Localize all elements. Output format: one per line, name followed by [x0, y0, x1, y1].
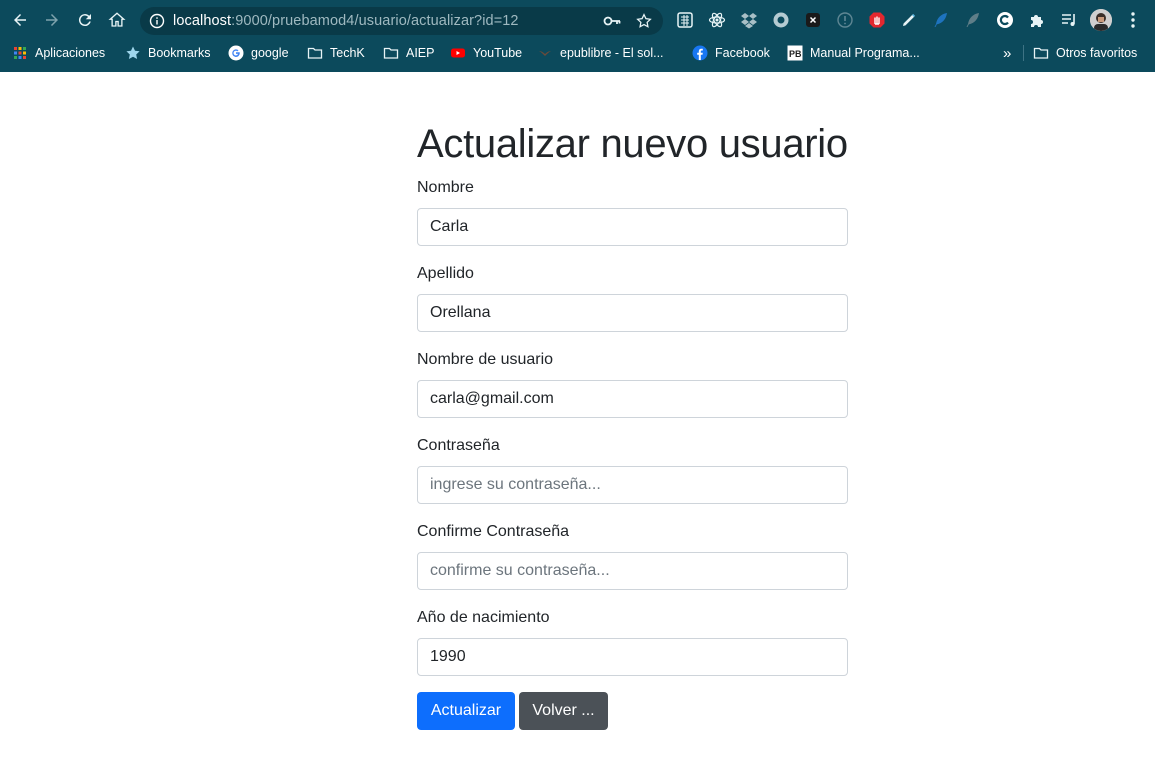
bookmark-techk[interactable]: TechK	[307, 44, 365, 62]
page-title: Actualizar nuevo usuario	[417, 122, 848, 166]
folder-icon	[1033, 45, 1049, 61]
address-bar[interactable]: localhost:9000/pruebamod4/usuario/actual…	[140, 7, 663, 35]
bookmark-aiep[interactable]: AIEP	[383, 44, 435, 62]
adblock-icon[interactable]	[868, 11, 886, 29]
extensions-puzzle-icon[interactable]	[1028, 11, 1046, 29]
back-button[interactable]	[8, 8, 32, 32]
bookmark-otros-favoritos[interactable]: Otros favoritos	[1033, 44, 1137, 62]
close-extension-icon[interactable]	[804, 11, 822, 29]
bookmark-label: epublibre - El sol...	[560, 46, 664, 60]
reload-button[interactable]	[73, 8, 97, 32]
info-icon[interactable]	[149, 13, 165, 29]
bookmark-manual-programa[interactable]: PB Manual Programa...	[787, 44, 920, 62]
browser-toolbar: localhost:9000/pruebamod4/usuario/actual…	[0, 0, 1155, 40]
ring-extension-icon[interactable]	[772, 11, 790, 29]
apps-grid-icon	[12, 45, 28, 61]
star-icon	[125, 45, 141, 61]
bookmark-epublibre[interactable]: epublibre - El sol...	[537, 44, 664, 62]
bookmarks-bar: Aplicaciones Bookmarks google TechK AIEP…	[0, 40, 1155, 66]
pen-extension-icon[interactable]	[900, 11, 918, 29]
username-input[interactable]	[417, 380, 848, 418]
password-input[interactable]	[417, 466, 848, 504]
reload-icon	[78, 14, 91, 27]
apellido-label: Apellido	[417, 265, 474, 282]
nombre-input[interactable]	[417, 208, 848, 246]
url-path: :9000/pruebamod4/usuario/actualizar?id=1…	[231, 13, 519, 29]
youtube-icon	[450, 45, 466, 61]
bookmark-label: google	[251, 46, 289, 60]
dropbox-icon[interactable]	[740, 11, 758, 29]
bookmark-label: Facebook	[715, 46, 770, 60]
folder-icon	[307, 45, 323, 61]
react-devtools-icon[interactable]	[708, 11, 726, 29]
birth-year-input[interactable]	[417, 638, 848, 676]
folder-icon	[383, 45, 399, 61]
bookmark-label: Bookmarks	[148, 46, 211, 60]
volver-button[interactable]: Volver ...	[519, 692, 608, 730]
bookmark-aplicaciones[interactable]: Aplicaciones	[12, 44, 105, 62]
overflow-chevron: »	[1003, 44, 1012, 62]
bookmark-star-icon[interactable]	[635, 12, 653, 30]
home-button[interactable]	[105, 8, 129, 32]
profile-avatar[interactable]	[1090, 9, 1112, 31]
forward-button[interactable]	[40, 8, 64, 32]
calendar-extension-icon[interactable]	[676, 11, 694, 29]
feather-grey-icon[interactable]	[964, 11, 982, 29]
bookmark-label: AIEP	[406, 46, 435, 60]
apellido-input[interactable]	[417, 294, 848, 332]
confirm-password-input[interactable]	[417, 552, 848, 590]
bookmark-label: YouTube	[473, 46, 523, 60]
epublibre-icon	[537, 45, 553, 61]
bookmark-facebook[interactable]: Facebook	[692, 44, 770, 62]
actualizar-button[interactable]: Actualizar	[417, 692, 515, 730]
url-host: localhost	[173, 13, 232, 29]
pb-icon: PB	[787, 45, 803, 61]
svg-text:PB: PB	[789, 49, 802, 59]
menu-kebab-icon[interactable]	[1125, 11, 1141, 29]
url-text: localhost:9000/pruebamod4/usuario/actual…	[173, 13, 519, 29]
username-label: Nombre de usuario	[417, 351, 554, 368]
arrow-left-icon	[14, 14, 26, 26]
page-content: Actualizar nuevo usuario Nombre Apellido…	[0, 72, 1155, 778]
bookmark-label: Otros favoritos	[1056, 46, 1138, 60]
bookmark-google[interactable]: google	[228, 44, 289, 62]
home-icon	[108, 12, 126, 27]
facebook-icon	[692, 45, 708, 61]
confirm-password-label: Confirme Contraseña	[417, 523, 570, 540]
bookmark-label: Aplicaciones	[35, 46, 106, 60]
bookmarks-divider	[1023, 45, 1024, 61]
arrow-right-icon	[46, 14, 58, 26]
media-control-icon[interactable]	[1060, 11, 1078, 29]
nombre-label: Nombre	[417, 179, 474, 196]
feather-blue-icon[interactable]	[932, 11, 950, 29]
password-label: Contraseña	[417, 437, 500, 454]
bookmark-label: Manual Programa...	[810, 46, 920, 60]
bookmark-label: TechK	[330, 46, 365, 60]
bookmark-bookmarks[interactable]: Bookmarks	[125, 44, 211, 62]
google-icon	[228, 45, 244, 61]
key-icon[interactable]	[603, 13, 621, 29]
copyright-extension-icon[interactable]	[996, 11, 1014, 29]
browser-chrome: localhost:9000/pruebamod4/usuario/actual…	[0, 0, 1155, 72]
disabled-extension-icon[interactable]	[836, 11, 854, 29]
bookmark-youtube[interactable]: YouTube	[450, 44, 522, 62]
bookmarks-overflow-button[interactable]: »	[1003, 44, 1011, 62]
birth-year-label: Año de nacimiento	[417, 609, 550, 626]
